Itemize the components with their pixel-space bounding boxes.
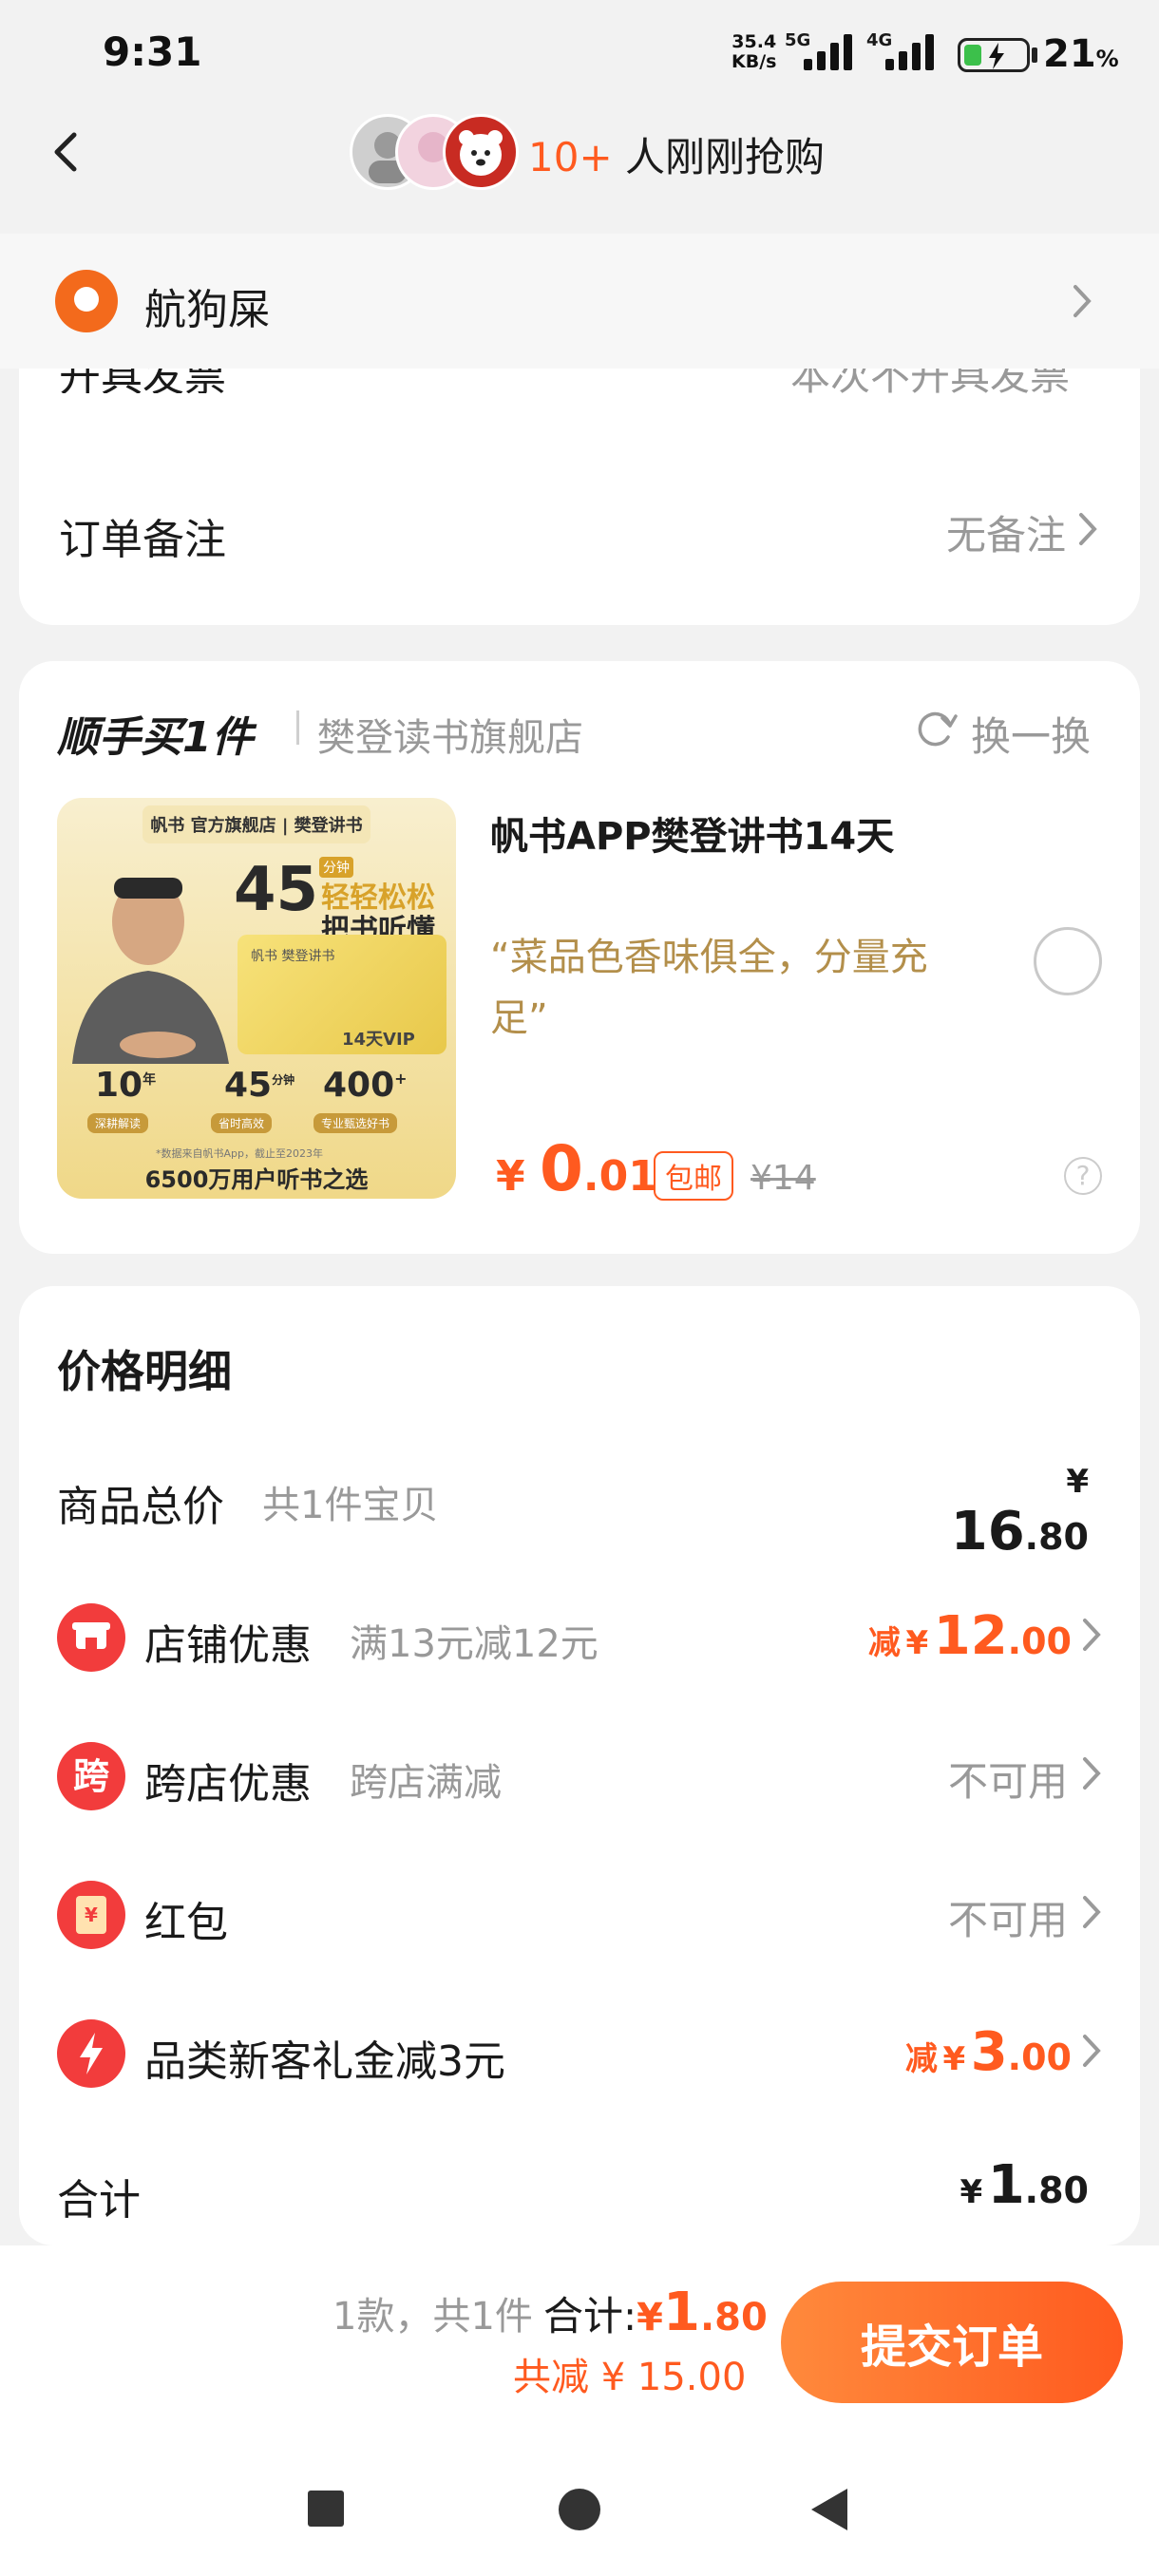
red-packet-icon: ¥ <box>57 1881 125 1949</box>
total-saved: 共减 ¥ 15.00 <box>513 2356 747 2399</box>
network-speed: 35.4 KB/s <box>732 31 777 72</box>
store-discount-label: 店铺优惠 <box>144 1621 312 1670</box>
divider <box>296 710 299 745</box>
new-customer-value[interactable]: 减 ¥ 3.00 <box>836 2021 1072 2083</box>
image-fine-print: *数据来自帆书App，截止至2023年 <box>156 1147 323 1160</box>
image-big-num: 45 <box>234 855 319 925</box>
store-discount-sub: 满13元减12元 <box>350 1622 598 1666</box>
home-icon[interactable] <box>559 2489 600 2530</box>
lightning-icon <box>57 2019 125 2088</box>
cross-store-label: 跨店优惠 <box>144 1760 312 1809</box>
submit-order-button[interactable]: 提交订单 <box>781 2282 1123 2403</box>
image-stat1: 10年 <box>95 1066 157 1105</box>
sum-label: 合计 <box>57 2176 141 2225</box>
image-brand: 帆书 官方旗舰店 | 樊登讲书 <box>142 805 370 843</box>
addon-price: ¥ 0.01 <box>496 1132 657 1205</box>
battery-icon <box>958 38 1030 72</box>
sum-value: ¥ 1.80 <box>960 2154 1089 2216</box>
product-image[interactable]: 帆书 官方旗舰店 | 樊登讲书 45 分钟 轻轻松松 把书听懂 帆书 樊登讲书 … <box>57 798 456 1199</box>
help-icon[interactable]: ? <box>1064 1157 1102 1195</box>
store-icon <box>57 1603 125 1672</box>
order-note-value[interactable]: 无备注 <box>779 503 1066 561</box>
invoice-label: 开具发票 <box>59 369 226 393</box>
order-options-card <box>19 369 1140 625</box>
original-price: ¥14 <box>750 1159 816 1198</box>
image-stat1-label: 深耕解读 <box>87 1113 149 1133</box>
recent-apps-icon[interactable] <box>308 2491 344 2527</box>
red-packet-label: 红包 <box>144 1899 228 1947</box>
chevron-right-icon <box>1074 285 1092 317</box>
signal-icon <box>804 34 852 70</box>
image-stat3: 400+ <box>323 1066 408 1105</box>
signal-icon-2 <box>885 34 934 70</box>
goods-total-value: ¥ 16.80 <box>950 1463 1089 1563</box>
swap-button[interactable]: 换一换 <box>971 705 1091 763</box>
back-nav-icon[interactable] <box>808 2485 851 2534</box>
addon-title: 顺手买1件 <box>57 713 254 762</box>
chevron-right-icon <box>1083 1619 1101 1651</box>
person-photo <box>72 878 229 1064</box>
select-checkbox[interactable] <box>1034 927 1102 995</box>
red-packet-value[interactable]: 不可用 <box>855 1888 1068 1946</box>
addon-product-title[interactable]: 帆书APP樊登讲书14天 <box>490 805 894 861</box>
addon-quote: “菜品色香味俱全，分量充足” <box>490 936 928 1040</box>
chevron-right-icon <box>1083 1757 1101 1790</box>
cross-store-icon: 跨 <box>57 1742 125 1810</box>
goods-total-sub: 共1件宝贝 <box>262 1484 439 1527</box>
vip-card: 帆书 樊登讲书 14天VIP <box>238 935 446 1054</box>
battery-cap <box>1032 47 1037 63</box>
order-note-label: 订单备注 <box>59 516 226 564</box>
invoice-row-clip[interactable]: 开具发票 本次不开具发票 <box>19 369 1140 393</box>
image-stat2-label: 省时高效 <box>211 1113 273 1133</box>
battery-percentage: 21% <box>1043 32 1119 76</box>
image-footer: 6500万用户听书之选 <box>144 1166 369 1193</box>
avatar <box>443 114 519 190</box>
recent-buyers-text: 10+ 人刚刚抢购 <box>528 134 825 180</box>
item-count: 1款，共1件 <box>332 2295 533 2339</box>
goods-total-label: 商品总价 <box>57 1483 224 1531</box>
chevron-right-icon <box>1083 2035 1101 2067</box>
back-icon[interactable] <box>40 123 97 180</box>
chevron-right-icon <box>1083 1896 1101 1928</box>
addon-store: 樊登读书旗舰店 <box>317 716 583 760</box>
image-stat2: 45分钟 <box>224 1066 295 1105</box>
buyer-avatars <box>350 114 521 194</box>
bottom-total: 合计:¥1.80 <box>543 2282 768 2343</box>
chevron-right-icon <box>1079 513 1097 545</box>
invoice-value: 本次不开具发票 <box>789 369 1070 393</box>
address-name: 航狗屎 <box>144 286 270 334</box>
store-discount-value[interactable]: 减 ¥ 12.00 <box>836 1605 1072 1667</box>
location-pin-dot <box>74 287 99 312</box>
new-customer-label: 品类新客礼金减3元 <box>144 2037 505 2086</box>
price-detail-title: 价格明细 <box>57 1346 232 1397</box>
cross-store-sub: 跨店满减 <box>350 1761 502 1805</box>
status-time: 9:31 <box>103 28 202 75</box>
cross-store-value[interactable]: 不可用 <box>855 1750 1068 1808</box>
free-shipping-tag: 包邮 <box>654 1151 733 1201</box>
image-stat3-label: 专业甄选好书 <box>314 1113 398 1133</box>
refresh-icon[interactable] <box>914 707 958 750</box>
